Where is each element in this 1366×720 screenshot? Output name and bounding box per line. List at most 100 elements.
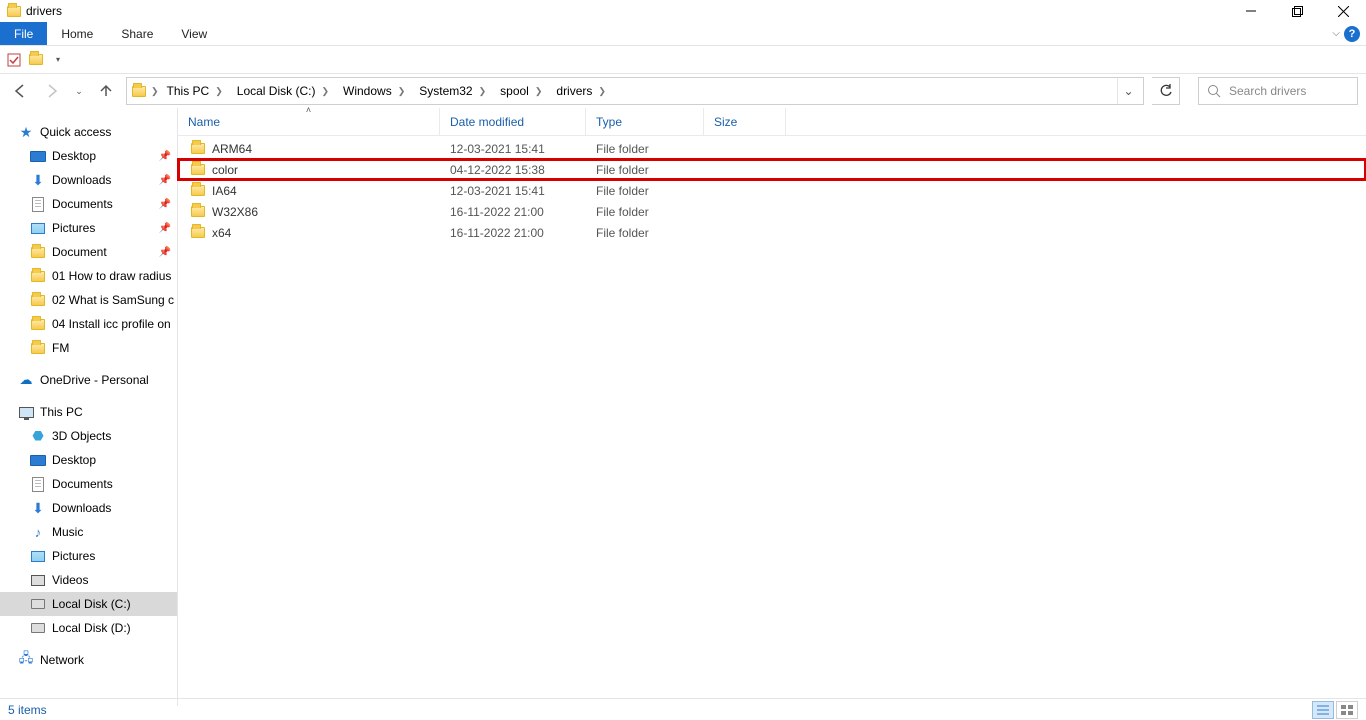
tree-onedrive[interactable]: ☁ OneDrive - Personal	[0, 368, 177, 392]
help-icon[interactable]: ?	[1344, 26, 1360, 42]
tree-document-folder[interactable]: Document📌	[0, 240, 177, 264]
folder-icon	[30, 292, 46, 308]
search-icon	[1207, 84, 1221, 98]
tree-folder-3[interactable]: 04 Install icc profile on	[0, 312, 177, 336]
chevron-right-icon[interactable]: ❯	[147, 86, 161, 97]
tree-folder-fm[interactable]: FM	[0, 336, 177, 360]
tree-pictures-2[interactable]: Pictures	[0, 544, 177, 568]
table-row[interactable]: x64 16-11-2022 21:00File folder	[178, 222, 1366, 243]
maximize-button[interactable]	[1274, 0, 1320, 22]
tree-folder-2[interactable]: 02 What is SamSung c	[0, 288, 177, 312]
title-bar: drivers	[0, 0, 1366, 22]
address-bar[interactable]: ❯ This PC❯ Local Disk (C:)❯ Windows❯ Sys…	[126, 77, 1144, 105]
pictures-icon	[30, 220, 46, 236]
file-name: ARM64	[212, 142, 252, 156]
ribbon-collapse-icon[interactable]: ⌵	[1332, 28, 1340, 39]
view-details-button[interactable]	[1312, 701, 1334, 719]
file-name: W32X86	[212, 205, 258, 219]
tree-downloads-2[interactable]: ⬇ Downloads	[0, 496, 177, 520]
download-icon: ⬇	[30, 172, 46, 188]
tree-documents-2[interactable]: Documents	[0, 472, 177, 496]
view-large-icons-button[interactable]	[1336, 701, 1358, 719]
tree-desktop-2[interactable]: Desktop	[0, 448, 177, 472]
search-input[interactable]	[1227, 83, 1349, 99]
breadcrumb-local-disk-c[interactable]: Local Disk (C:)❯	[231, 78, 337, 104]
table-row[interactable]: color04-12-2022 15:38File folder	[178, 159, 1366, 180]
nav-forward-button[interactable]	[40, 79, 64, 103]
tree-this-pc[interactable]: This PC	[0, 400, 177, 424]
pin-icon: 📌	[159, 223, 171, 234]
pin-icon: 📌	[159, 199, 171, 210]
disk-icon	[30, 596, 46, 612]
ribbon-tabs: File Home Share View ⌵ ?	[0, 22, 1366, 46]
minimize-button[interactable]	[1228, 0, 1274, 22]
breadcrumb-drivers[interactable]: drivers❯	[550, 78, 614, 104]
window-folder-icon	[6, 3, 22, 19]
3d-objects-icon: ⬣	[30, 428, 46, 444]
folder-icon	[190, 183, 206, 199]
tree-network[interactable]: 🖧 Network	[0, 648, 177, 672]
quick-access-toolbar: ▾	[0, 46, 1366, 74]
qat-dropdown-icon[interactable]: ▾	[50, 52, 66, 68]
file-date: 12-03-2021 15:41	[440, 184, 586, 198]
tree-downloads[interactable]: ⬇ Downloads📌	[0, 168, 177, 192]
breadcrumb-windows[interactable]: Windows❯	[337, 78, 413, 104]
qat-newfolder-icon[interactable]	[28, 52, 44, 68]
tree-local-disk-c[interactable]: Local Disk (C:)	[0, 592, 177, 616]
navigation-row: ⌄ ❯ This PC❯ Local Disk (C:)❯ Windows❯ S…	[0, 74, 1366, 108]
file-date: 12-03-2021 15:41	[440, 142, 586, 156]
folder-icon	[30, 268, 46, 284]
column-size[interactable]: Size	[704, 108, 786, 135]
tree-quick-access[interactable]: ★ Quick access	[0, 120, 177, 144]
file-date: 16-11-2022 21:00	[440, 205, 586, 219]
breadcrumb-system32[interactable]: System32❯	[413, 78, 494, 104]
qat-properties-icon[interactable]	[6, 52, 22, 68]
star-icon: ★	[18, 124, 34, 140]
tree-desktop[interactable]: Desktop📌	[0, 144, 177, 168]
folder-icon	[30, 244, 46, 260]
tree-videos[interactable]: Videos	[0, 568, 177, 592]
table-row[interactable]: ARM6412-03-2021 15:41File folder	[178, 138, 1366, 159]
folder-icon	[190, 141, 206, 157]
address-folder-icon	[131, 83, 147, 99]
pin-icon: 📌	[159, 175, 171, 186]
breadcrumb-this-pc[interactable]: This PC❯	[161, 78, 231, 104]
disk-icon	[30, 620, 46, 636]
refresh-button[interactable]	[1152, 77, 1180, 105]
search-box[interactable]	[1198, 77, 1358, 105]
tree-documents[interactable]: Documents📌	[0, 192, 177, 216]
navigation-pane: ★ Quick access Desktop📌 ⬇ Downloads📌 Doc…	[0, 108, 178, 706]
tree-music[interactable]: ♪ Music	[0, 520, 177, 544]
close-button[interactable]	[1320, 0, 1366, 22]
nav-back-button[interactable]	[8, 79, 32, 103]
tab-share[interactable]: Share	[107, 22, 167, 45]
nav-up-button[interactable]	[94, 79, 118, 103]
status-item-count: 5 items	[8, 703, 47, 717]
tab-view[interactable]: View	[167, 22, 221, 45]
onedrive-icon: ☁	[18, 372, 34, 388]
tab-file[interactable]: File	[0, 22, 47, 45]
file-date: 16-11-2022 21:00	[440, 226, 586, 240]
desktop-icon	[30, 148, 46, 164]
nav-recent-dropdown[interactable]: ⌄	[72, 79, 86, 103]
address-history-dropdown[interactable]: ⌄	[1117, 78, 1139, 104]
tree-local-disk-d[interactable]: Local Disk (D:)	[0, 616, 177, 640]
tree-3d-objects[interactable]: ⬣ 3D Objects	[0, 424, 177, 448]
table-row[interactable]: W32X8616-11-2022 21:00File folder	[178, 201, 1366, 222]
file-name: x64	[212, 226, 231, 240]
desktop-icon	[30, 452, 46, 468]
file-type: File folder	[586, 226, 704, 240]
pin-icon: 📌	[159, 151, 171, 162]
tree-pictures[interactable]: Pictures📌	[0, 216, 177, 240]
column-date-modified[interactable]: Date modified	[440, 108, 586, 135]
tree-folder-1[interactable]: 01 How to draw radius	[0, 264, 177, 288]
column-name[interactable]: Name ˄	[178, 108, 440, 135]
document-icon	[30, 196, 46, 212]
file-list-pane: Name ˄ Date modified Type Size ARM64 12-0…	[178, 108, 1366, 706]
column-type[interactable]: Type	[586, 108, 704, 135]
pictures-icon	[30, 548, 46, 564]
table-row[interactable]: IA6412-03-2021 15:41File folder	[178, 180, 1366, 201]
tab-home[interactable]: Home	[47, 22, 107, 45]
breadcrumb-spool[interactable]: spool❯	[494, 78, 550, 104]
document-icon	[30, 476, 46, 492]
